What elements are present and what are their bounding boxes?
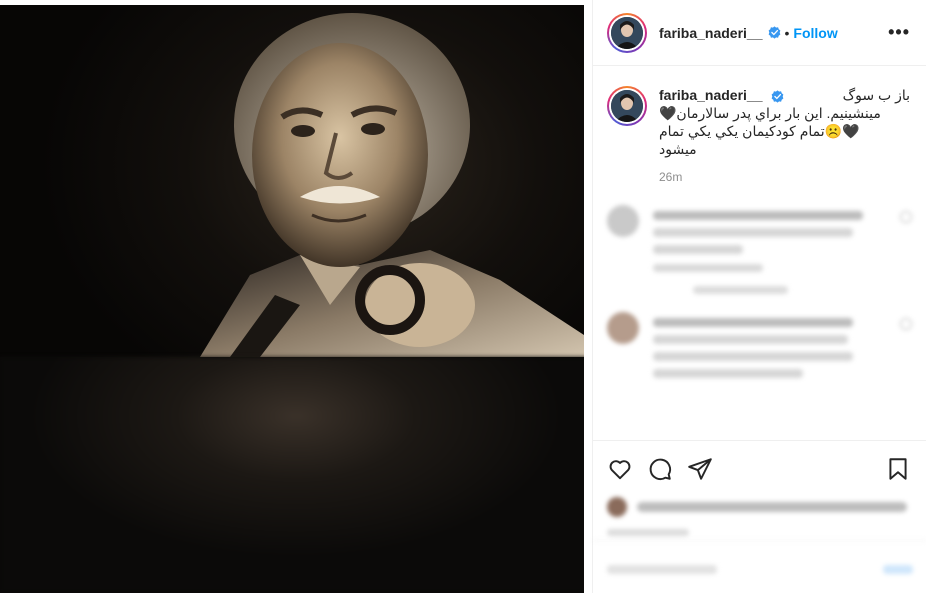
avatar[interactable]	[607, 12, 647, 53]
likes-summary[interactable]	[607, 497, 911, 517]
caption-avatar[interactable]	[607, 86, 647, 126]
separator-dot: •	[784, 24, 790, 41]
post-actions	[593, 440, 926, 536]
follow-button[interactable]: Follow	[793, 25, 837, 41]
commenter-avatar[interactable]	[607, 205, 639, 237]
more-options-icon[interactable]: •••	[888, 22, 910, 43]
post-side-panel: fariba_naderi__ • Follow ••• fariba_nade…	[592, 0, 926, 593]
verified-badge-icon	[768, 26, 780, 39]
avatar-image	[611, 16, 643, 49]
post-date	[607, 529, 689, 536]
media-lower-area	[0, 357, 592, 593]
username-link[interactable]: fariba_naderi__	[659, 25, 763, 41]
commenter-avatar[interactable]	[607, 312, 639, 344]
comment-like-icon[interactable]	[900, 211, 912, 223]
list-item	[607, 205, 912, 294]
comment-like-icon[interactable]	[900, 318, 912, 330]
view-replies[interactable]	[693, 286, 788, 294]
portrait-image	[200, 13, 584, 357]
post-timestamp[interactable]: 26m	[659, 170, 910, 184]
avatar-image	[611, 90, 643, 122]
add-comment-box[interactable]	[593, 540, 926, 593]
comment-icon[interactable]	[647, 456, 673, 482]
caption-text-line-3: 🖤☹️تمام کودکیمان یکي یکي تمام	[659, 123, 860, 139]
verified-badge-icon	[772, 90, 784, 103]
comments-list	[607, 205, 912, 404]
share-icon[interactable]	[687, 456, 713, 482]
liker-avatar	[607, 497, 627, 517]
post-header: fariba_naderi__ • Follow •••	[593, 0, 926, 66]
caption-text-line-4: میشود	[659, 141, 697, 157]
caption-username[interactable]: fariba_naderi__	[659, 87, 763, 103]
caption-text-line-2: مینشینیم. این بار براي پدر سالارمان🖤	[659, 105, 881, 121]
heart-icon[interactable]	[607, 456, 633, 482]
caption: fariba_naderi__ باز ب سوگ مینشینیم. این …	[593, 66, 926, 184]
post-photo	[0, 5, 584, 357]
list-item	[607, 312, 912, 386]
save-icon[interactable]	[885, 456, 911, 482]
post-media[interactable]	[0, 0, 592, 593]
post-comment-button[interactable]	[883, 565, 913, 574]
comment-input[interactable]	[607, 565, 717, 574]
